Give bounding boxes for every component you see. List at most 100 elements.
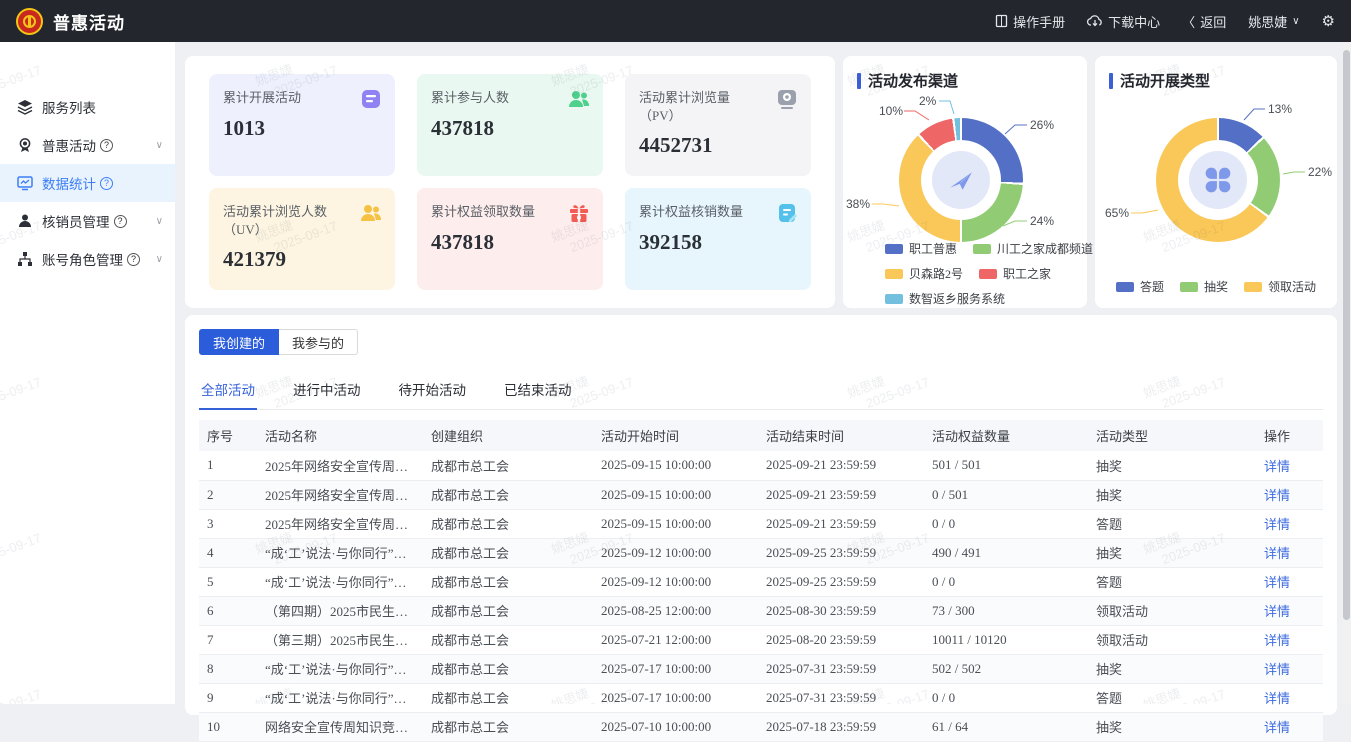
chart-monitor-icon xyxy=(16,175,33,192)
top-header: 普惠活动 操作手册 下载中心 〈 返回 姚思婕 ∨ ⚙ xyxy=(0,0,1351,42)
sidebar-item-verifier-management[interactable]: 核销员管理 ? ∨ xyxy=(0,202,175,240)
pct-label: 26% xyxy=(1030,118,1054,132)
help-icon[interactable]: ? xyxy=(100,177,113,190)
chevron-down-icon: ∨ xyxy=(156,216,163,227)
sidebar-item-service-list[interactable]: 服务列表 xyxy=(0,88,175,126)
chevron-down-icon: ∨ xyxy=(156,254,163,265)
detail-link[interactable]: 详情 xyxy=(1264,633,1290,648)
camera-icon xyxy=(775,87,799,111)
table-row: 32025年网络安全宣传周有奖答题…成都市总工会2025-09-15 10:00… xyxy=(199,509,1323,538)
sidebar-item-puhui-activity[interactable]: 普惠活动 ? ∨ xyxy=(0,126,175,164)
table-row: 9“成‘工’说法·与你同行”法律知识…成都市总工会2025-07-17 10:0… xyxy=(199,683,1323,712)
activity-table: 序号 活动名称 创建组织 活动开始时间 活动结束时间 活动权益数量 活动类型 操… xyxy=(199,420,1323,742)
user-icon xyxy=(16,213,33,230)
settings-gear-icon[interactable]: ⚙ xyxy=(1322,12,1335,31)
legend-swatch xyxy=(1116,282,1134,292)
download-center-link[interactable]: 下载中心 xyxy=(1087,12,1160,31)
tab-ended[interactable]: 已结束活动 xyxy=(502,371,574,409)
manual-book-icon xyxy=(995,14,1008,28)
col-end: 活动结束时间 xyxy=(758,420,924,451)
manual-link[interactable]: 操作手册 xyxy=(995,12,1065,31)
col-name: 活动名称 xyxy=(257,420,423,451)
pct-label: 38% xyxy=(846,197,870,211)
tab-all-activities[interactable]: 全部活动 xyxy=(199,371,257,410)
back-chevron-icon: 〈 xyxy=(1182,12,1195,31)
stats-summary-panel: 累计开展活动 1013 累计参与人数 437818 活动累计浏览量（PV） 44… xyxy=(185,56,835,308)
channel-donut-chart[interactable] xyxy=(899,118,1023,242)
cloud-download-icon xyxy=(1087,14,1103,28)
table-row: 4“成‘工’说法·与你同行”法律知识…成都市总工会2025-09-12 10:0… xyxy=(199,538,1323,567)
status-tabs: 全部活动 进行中活动 待开始活动 已结束活动 xyxy=(199,371,1323,410)
legend-swatch xyxy=(885,244,903,254)
type-donut-chart[interactable] xyxy=(1156,118,1280,242)
legend-item[interactable]: 数智返乡服务系统 xyxy=(885,290,1005,307)
legend-item[interactable]: 职工之家 xyxy=(979,265,1051,282)
table-row: 22025年网络安全宣传周有奖答题…成都市总工会2025-09-15 10:00… xyxy=(199,480,1323,509)
people-icon xyxy=(359,201,383,225)
detail-link[interactable]: 详情 xyxy=(1264,662,1290,677)
back-button[interactable]: 〈 返回 xyxy=(1182,12,1226,31)
title-accent-bar xyxy=(857,73,861,89)
detail-link[interactable]: 详情 xyxy=(1264,488,1290,503)
union-logo-icon xyxy=(16,8,43,35)
table-row: 12025年网络安全宣传周有奖答题…成都市总工会2025-09-15 10:00… xyxy=(199,451,1323,480)
tab-in-progress[interactable]: 进行中活动 xyxy=(291,371,363,409)
legend-swatch xyxy=(885,294,903,304)
table-row: 10网络安全宣传周知识竞答活动…成都市总工会2025-07-10 10:00:0… xyxy=(199,712,1323,741)
table-header-row: 序号 活动名称 创建组织 活动开始时间 活动结束时间 活动权益数量 活动类型 操… xyxy=(199,420,1323,451)
gift-icon xyxy=(567,201,591,225)
col-index: 序号 xyxy=(199,420,257,451)
col-quota: 活动权益数量 xyxy=(924,420,1088,451)
legend-item[interactable]: 川工之家成都频道 xyxy=(973,240,1093,257)
stat-card-benefits-verified: 累计权益核销数量 392158 xyxy=(625,188,811,290)
detail-link[interactable]: 详情 xyxy=(1264,575,1290,590)
help-icon[interactable]: ? xyxy=(114,215,127,228)
tab-participated[interactable]: 我参与的 xyxy=(279,329,358,355)
user-menu[interactable]: 姚思婕 ∨ xyxy=(1248,12,1299,31)
detail-link[interactable]: 详情 xyxy=(1264,720,1290,735)
legend-swatch xyxy=(1244,282,1262,292)
scrollbar-thumb[interactable] xyxy=(1343,50,1350,620)
sidebar-item-account-role-management[interactable]: 账号角色管理 ? ∨ xyxy=(0,240,175,278)
pct-label: 2% xyxy=(919,94,936,108)
page-scrollbar[interactable] xyxy=(1342,42,1351,704)
tab-created-by-me[interactable]: 我创建的 xyxy=(199,329,279,355)
detail-link[interactable]: 详情 xyxy=(1264,459,1290,474)
detail-link[interactable]: 详情 xyxy=(1264,604,1290,619)
table-row: 7（第三期）2025市民生实事向新…成都市总工会2025-07-21 12:00… xyxy=(199,625,1323,654)
stat-card-pv: 活动累计浏览量（PV） 4452731 xyxy=(625,74,811,176)
legend-swatch xyxy=(979,269,997,279)
channel-chart-panel: 活动发布渠道 26% 24% 38% 10% 2% 职工普惠 川工之家成都频道 … xyxy=(843,56,1087,308)
legend-item[interactable]: 贝森路2号 xyxy=(885,265,963,282)
help-icon[interactable]: ? xyxy=(100,139,113,152)
creator-toggle: 我创建的 我参与的 xyxy=(199,329,1323,355)
sidebar-item-data-statistics[interactable]: 数据统计 ? xyxy=(0,164,175,202)
tab-not-started[interactable]: 待开始活动 xyxy=(397,371,469,409)
chevron-down-icon: ∨ xyxy=(1292,16,1299,27)
legend-item[interactable]: 领取活动 xyxy=(1244,278,1316,295)
app-title: 普惠活动 xyxy=(53,9,125,34)
document-edit-icon xyxy=(775,201,799,225)
col-org: 创建组织 xyxy=(423,420,593,451)
user-name: 姚思婕 xyxy=(1248,12,1287,31)
pct-label: 13% xyxy=(1268,102,1292,116)
paper-plane-icon xyxy=(932,151,990,209)
stat-card-uv: 活动累计浏览人数（UV） 421379 xyxy=(209,188,395,290)
detail-link[interactable]: 详情 xyxy=(1264,517,1290,532)
detail-link[interactable]: 详情 xyxy=(1264,546,1290,561)
people-icon xyxy=(567,87,591,111)
pct-label: 10% xyxy=(879,104,903,118)
pct-label: 22% xyxy=(1308,165,1332,179)
sidebar: 服务列表 普惠活动 ? ∨ 数据统计 ? 核销员管理 ? ∨ 账号角色管理 ? … xyxy=(0,42,175,704)
legend-item[interactable]: 抽奖 xyxy=(1180,278,1228,295)
type-chart-panel: 活动开展类型 13% 22% 65% 答题 抽奖 领取活动 xyxy=(1095,56,1337,308)
legend-item[interactable]: 答题 xyxy=(1116,278,1164,295)
clover-icon xyxy=(1189,151,1247,209)
chart-title: 活动发布渠道 xyxy=(843,56,1087,91)
activity-table-panel: 我创建的 我参与的 全部活动 进行中活动 待开始活动 已结束活动 序号 活动名称… xyxy=(185,315,1337,715)
stat-card-participants: 累计参与人数 437818 xyxy=(417,74,603,176)
archive-box-icon xyxy=(359,87,383,111)
help-icon[interactable]: ? xyxy=(127,253,140,266)
legend-item[interactable]: 职工普惠 xyxy=(885,240,957,257)
stat-card-benefits-claimed: 累计权益领取数量 437818 xyxy=(417,188,603,290)
